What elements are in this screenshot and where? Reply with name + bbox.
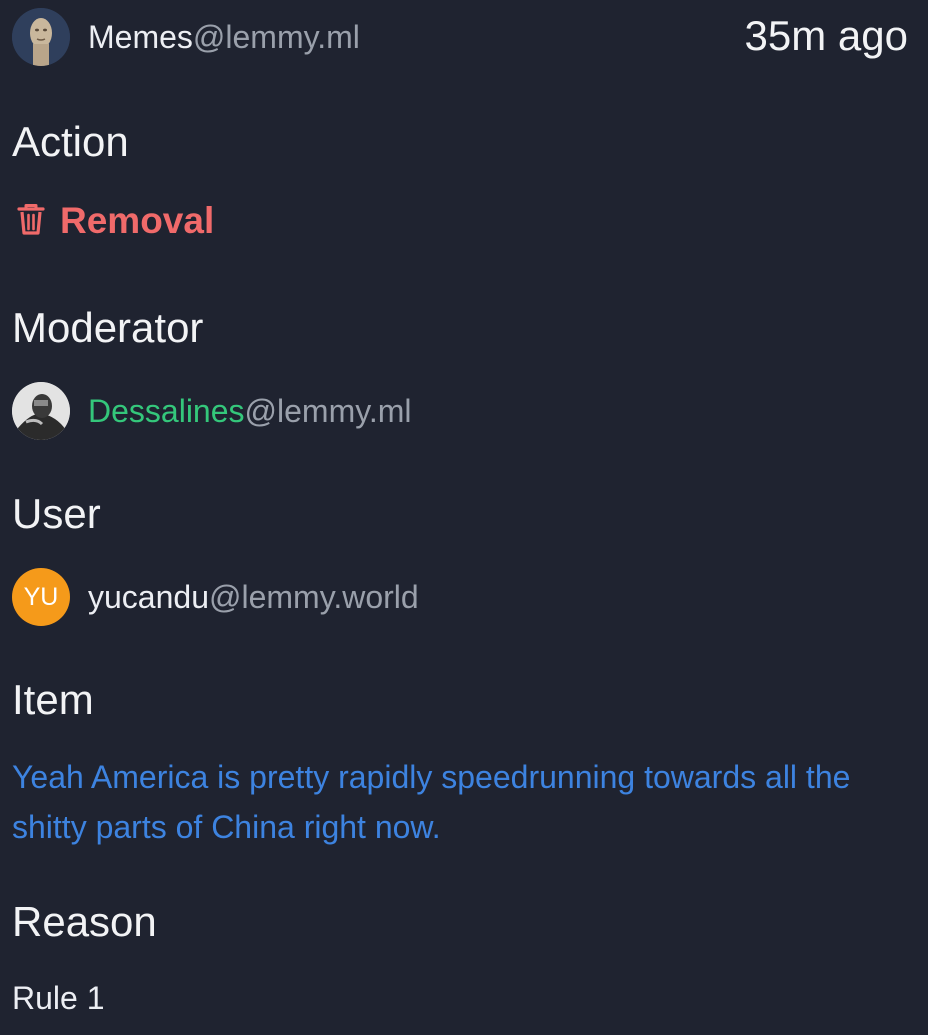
user-heading: User — [12, 490, 101, 537]
user-name: yucandu — [88, 578, 209, 615]
item-heading: Item — [12, 676, 94, 723]
action-label: Removal — [60, 200, 215, 241]
moderator-photo-icon — [12, 382, 70, 440]
timestamp: 35m ago — [744, 12, 908, 59]
reason-heading: Reason — [12, 898, 157, 945]
item-link[interactable]: Yeah America is pretty rapidly speedrunn… — [12, 752, 922, 852]
community-name: Memes — [88, 18, 193, 55]
user-avatar[interactable]: YU — [12, 568, 70, 626]
user-instance: @lemmy.world — [208, 578, 419, 615]
moderator-instance: @lemmy.ml — [244, 392, 412, 429]
user-row: YU yucandu@lemmy.world — [12, 568, 419, 626]
trash-icon — [16, 202, 46, 241]
action-value: Removal — [16, 200, 214, 242]
user-link[interactable]: yucandu@lemmy.world — [88, 579, 419, 616]
moderator-avatar[interactable] — [12, 382, 70, 440]
moderator-name: Dessalines — [88, 392, 245, 429]
community-header: Memes@lemmy.ml — [12, 8, 360, 66]
action-heading: Action — [12, 118, 129, 165]
community-link[interactable]: Memes@lemmy.ml — [88, 19, 360, 56]
moderator-link[interactable]: Dessalines@lemmy.ml — [88, 393, 412, 430]
reason-text: Rule 1 — [12, 980, 105, 1016]
community-face-icon — [12, 8, 70, 66]
moderator-heading: Moderator — [12, 304, 204, 351]
community-instance: @lemmy.ml — [192, 18, 360, 55]
moderator-row: Dessalines@lemmy.ml — [12, 382, 412, 440]
community-avatar[interactable] — [12, 8, 70, 66]
